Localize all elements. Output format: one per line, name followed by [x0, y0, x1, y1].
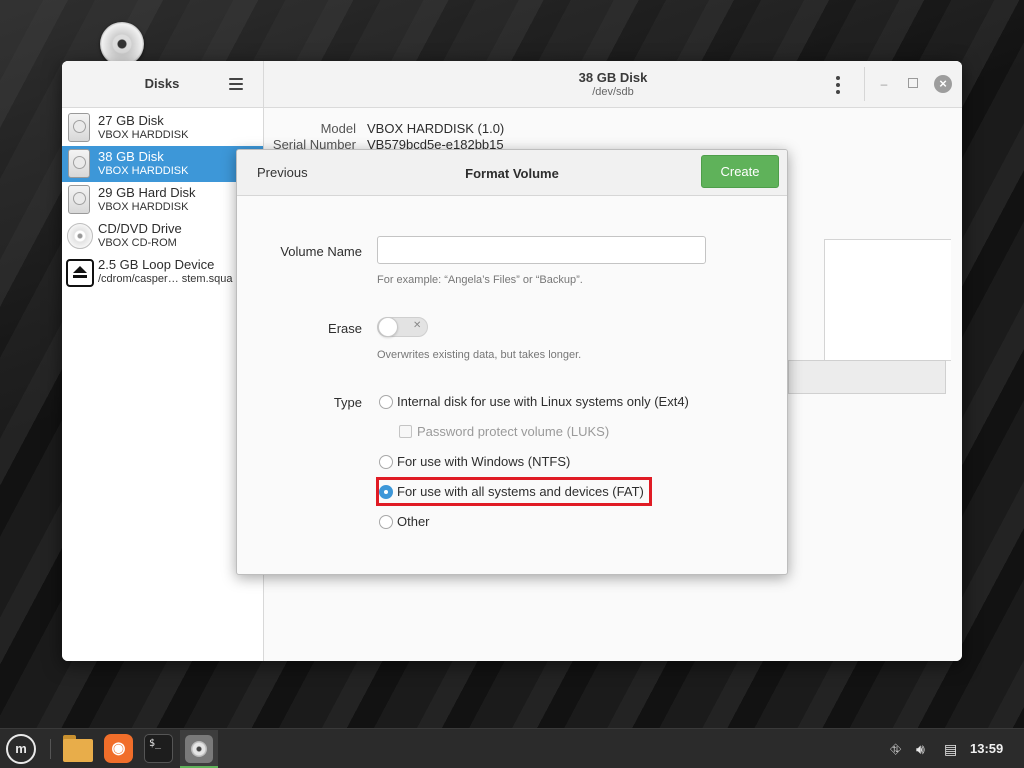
option-label: For use with Windows (NTFS) [397, 454, 571, 469]
hamburger-menu-icon[interactable] [229, 78, 243, 90]
clock[interactable]: 13:59 [970, 741, 1003, 756]
type-label: Type [333, 395, 362, 410]
window-subtitle: /dev/sdb [592, 86, 634, 98]
highlight-annotation [376, 477, 652, 506]
disk-name: CD/DVD Drive [98, 221, 182, 236]
main-header: 38 GB Disk /dev/sdb – × [264, 61, 962, 108]
minimize-button[interactable]: – [878, 76, 890, 92]
sidebar: Disks 27 GB Disk VBOX HARDDISK 38 GB Dis… [62, 61, 264, 661]
sidebar-header: Disks [62, 61, 263, 108]
disk-model: VBOX HARDDISK [98, 201, 189, 213]
taskbar: m ◉ $_ ⛗ 🔊︎ ▤ 13:59 [0, 728, 1024, 768]
model-value: VBOX HARDDISK (1.0) [367, 121, 505, 136]
maximize-button[interactable] [908, 78, 918, 88]
dialog-header: Previous Format Volume Create [237, 150, 787, 196]
option-label: Password protect volume (LUKS) [417, 424, 610, 439]
disks-app-icon[interactable] [180, 730, 218, 768]
taskbar-separator [50, 739, 51, 759]
disk-item-cdrom[interactable]: CD/DVD Drive VBOX CD-ROM [62, 218, 263, 254]
erase-hint: Overwrites existing data, but takes long… [377, 349, 582, 361]
files-folder-icon[interactable] [63, 735, 93, 762]
volume-name-label: Volume Name [280, 244, 362, 259]
option-label: Other [397, 514, 430, 529]
volumes-panel [824, 239, 951, 361]
cd-icon [67, 223, 93, 249]
update-manager-icon[interactable]: ▤ [944, 741, 957, 758]
disk-model: /cdrom/casper… stem.squa [98, 273, 233, 285]
volume-name-hint: For example: “Angela’s Files” or “Backup… [377, 274, 583, 286]
cd-desktop-icon[interactable] [100, 22, 144, 66]
network-icon[interactable]: ⛗ [890, 741, 901, 758]
disk-list: 27 GB Disk VBOX HARDDISK 38 GB Disk VBOX… [62, 108, 263, 290]
toggle-off-icon: ✕ [413, 320, 422, 331]
volume-icon[interactable]: 🔊︎ [916, 741, 925, 758]
model-label: Model [320, 121, 356, 136]
header-separator [864, 67, 865, 101]
firefox-icon[interactable]: ◉ [104, 734, 133, 763]
disk-item-loop[interactable]: 2.5 GB Loop Device /cdrom/casper… stem.s… [62, 254, 263, 290]
option-label: Internal disk for use with Linux systems… [397, 394, 689, 409]
disk-model: VBOX CD-ROM [98, 237, 177, 249]
luks-checkbox [399, 425, 412, 438]
erase-toggle[interactable]: ✕ [377, 317, 428, 337]
disk-model: VBOX HARDDISK [98, 129, 189, 141]
terminal-icon[interactable]: $_ [144, 734, 173, 763]
eject-icon [66, 259, 94, 287]
disk-item-38gb[interactable]: 38 GB Disk VBOX HARDDISK [62, 146, 263, 182]
harddisk-icon [68, 149, 90, 178]
radio-button[interactable] [379, 515, 393, 529]
harddisk-icon [68, 113, 90, 142]
window-title: 38 GB Disk [578, 70, 648, 85]
toggle-knob [378, 317, 398, 337]
disk-name: 2.5 GB Loop Device [98, 257, 215, 272]
erase-label: Erase [328, 321, 362, 336]
disk-item-29gb[interactable]: 29 GB Hard Disk VBOX HARDDISK [62, 182, 263, 218]
kebab-menu-icon[interactable] [836, 76, 840, 94]
radio-button[interactable] [379, 455, 393, 469]
disk-model: VBOX HARDDISK [98, 165, 189, 177]
close-button[interactable]: × [934, 75, 952, 93]
format-volume-dialog: Previous Format Volume Create Volume Nam… [236, 149, 788, 575]
mint-menu-icon[interactable]: m [6, 734, 36, 764]
disk-name: 29 GB Hard Disk [98, 185, 196, 200]
volume-name-input[interactable] [377, 236, 706, 264]
harddisk-icon [68, 185, 90, 214]
radio-button[interactable] [379, 395, 393, 409]
volume-toolbar [788, 360, 946, 394]
disk-name: 27 GB Disk [98, 113, 164, 128]
create-button[interactable]: Create [701, 155, 779, 188]
disk-item-27gb[interactable]: 27 GB Disk VBOX HARDDISK [62, 110, 263, 146]
disk-name: 38 GB Disk [98, 149, 164, 164]
